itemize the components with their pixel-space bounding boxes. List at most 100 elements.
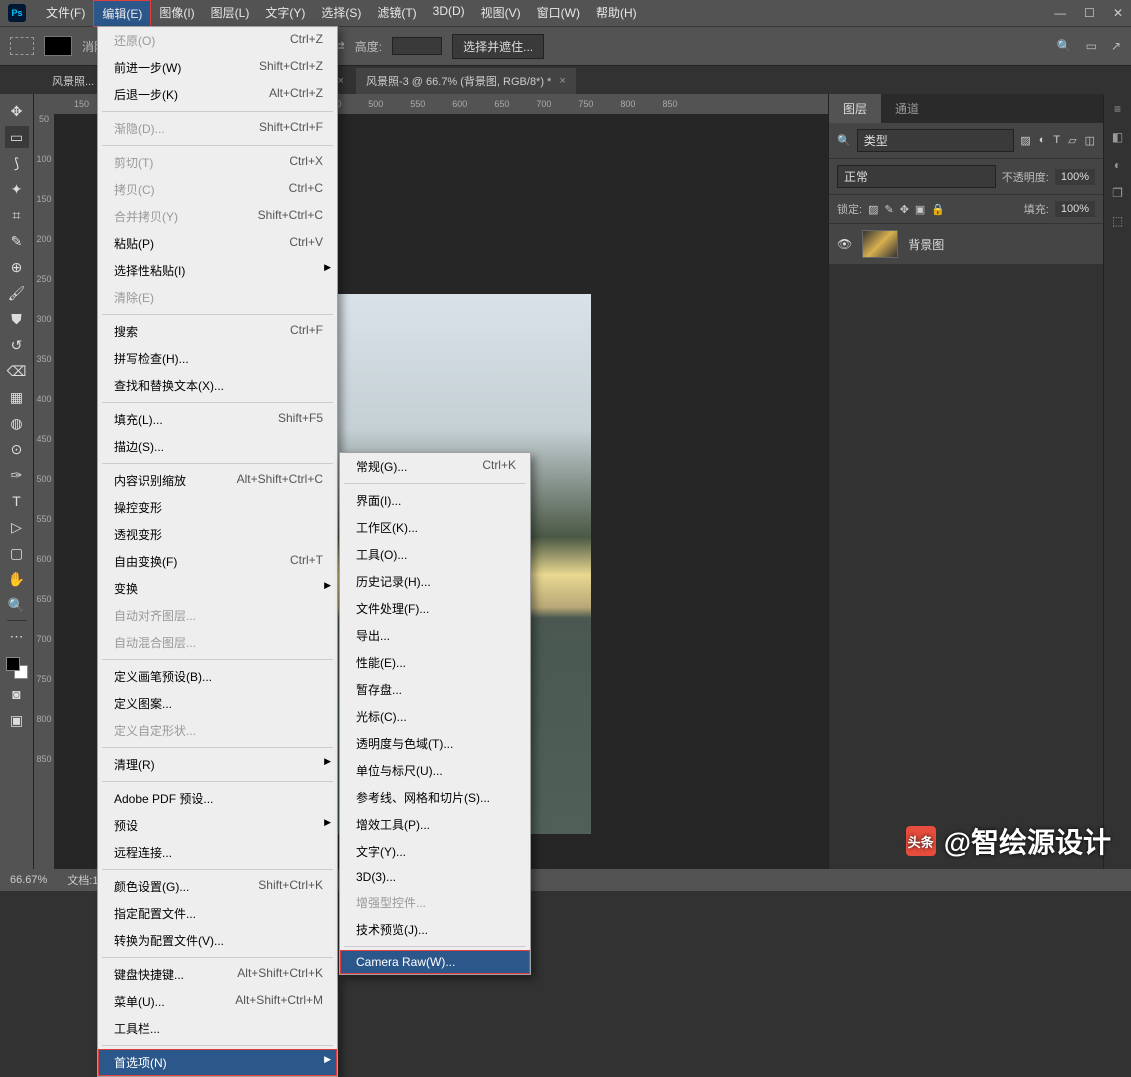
filter-type-icon[interactable]: T [1053,134,1060,147]
search-icon[interactable]: 🔍 [1057,39,1072,53]
menu-4[interactable]: 文字(Y) [257,0,313,27]
menu-item[interactable]: 透明度与色域(T)... [340,730,530,757]
layer-row[interactable]: 👁 背景图 [829,224,1103,264]
history-brush-tool[interactable]: ↺ [5,334,29,356]
properties-panel-icon[interactable]: ◧ [1112,130,1123,144]
menu-item[interactable]: 导出... [340,622,530,649]
menu-item[interactable]: 3D(3)... [340,865,530,889]
menu-item[interactable]: 指定配置文件... [98,900,337,927]
lock-pixels-icon[interactable]: ▨ [868,203,878,216]
brush-tool[interactable]: 🖌 [5,282,29,304]
menu-item[interactable]: 远程连接... [98,839,337,866]
menu-9[interactable]: 窗口(W) [529,0,588,27]
menu-item[interactable]: 技术预览(J)... [340,916,530,943]
menu-item[interactable]: 搜索Ctrl+F [98,318,337,345]
menu-item[interactable]: 预设 [98,812,337,839]
close-icon[interactable]: ✕ [1113,6,1123,20]
menu-item[interactable]: Adobe PDF 预设... [98,785,337,812]
eyedropper-tool[interactable]: ✎ [5,230,29,252]
layer-name[interactable]: 背景图 [908,236,944,253]
quick-select-tool[interactable]: ✦ [5,178,29,200]
blur-tool[interactable]: ◍ [5,412,29,434]
select-mask-button[interactable]: 选择并遮住... [452,34,544,59]
zoom-level[interactable]: 66.67% [10,874,47,886]
lock-all-icon[interactable]: 🔒 [931,203,945,216]
menu-item[interactable]: 颜色设置(G)...Shift+Ctrl+K [98,873,337,900]
menu-item[interactable]: 前进一步(W)Shift+Ctrl+Z [98,54,337,81]
menu-item[interactable]: 常规(G)...Ctrl+K [340,453,530,480]
menu-7[interactable]: 3D(D) [425,0,473,27]
edit-toolbar[interactable]: ⋯ [5,625,29,647]
tab-close-icon[interactable]: × [338,75,344,87]
menu-item[interactable]: 透视变形 [98,521,337,548]
filter-adjust-icon[interactable]: ◐ [1039,134,1046,147]
menu-item[interactable]: 操控变形 [98,494,337,521]
menu-6[interactable]: 滤镜(T) [369,0,424,27]
visibility-icon[interactable]: 👁 [837,237,852,251]
menu-item[interactable]: 增效工具(P)... [340,811,530,838]
layers-tab[interactable]: 图层 [829,94,881,123]
move-tool[interactable]: ✥ [5,100,29,122]
fill-value[interactable]: 100% [1055,201,1095,217]
menu-0[interactable]: 文件(F) [38,0,93,27]
lasso-tool[interactable]: ⟆ [5,152,29,174]
menu-item[interactable]: 内容识别缩放Alt+Shift+Ctrl+C [98,467,337,494]
maximize-icon[interactable]: ☐ [1084,6,1095,20]
menu-5[interactable]: 选择(S) [313,0,369,27]
menu-item[interactable]: 工作区(K)... [340,514,530,541]
menu-item[interactable]: 单位与标尺(U)... [340,757,530,784]
menu-item[interactable]: 拼写检查(H)... [98,345,337,372]
path-select-tool[interactable]: ▷ [5,516,29,538]
menu-item[interactable]: 界面(I)... [340,487,530,514]
menu-item[interactable]: 性能(E)... [340,649,530,676]
filter-smart-icon[interactable]: ◫ [1085,134,1095,147]
opacity-value[interactable]: 100% [1055,169,1095,185]
menu-item[interactable]: 填充(L)...Shift+F5 [98,406,337,433]
menu-item[interactable]: 工具(O)... [340,541,530,568]
heal-tool[interactable]: ⊕ [5,256,29,278]
export-icon[interactable]: ↗ [1111,39,1121,53]
libraries-panel-icon[interactable]: ❐ [1112,186,1123,200]
gradient-tool[interactable]: ▦ [5,386,29,408]
eraser-tool[interactable]: ⌫ [5,360,29,382]
menu-item[interactable]: 选择性粘贴(I) [98,257,337,284]
menu-item[interactable]: 查找和替换文本(X)... [98,372,337,399]
menu-2[interactable]: 图像(I) [151,0,202,27]
pen-tool[interactable]: ✑ [5,464,29,486]
menu-item[interactable]: 键盘快捷键...Alt+Shift+Ctrl+K [98,961,337,988]
menu-10[interactable]: 帮助(H) [588,0,645,27]
menu-8[interactable]: 视图(V) [473,0,529,27]
zoom-tool[interactable]: 🔍 [5,594,29,616]
lock-position-icon[interactable]: ✥ [900,203,909,216]
menu-item[interactable]: 描边(S)... [98,433,337,460]
adjustments-panel-icon[interactable]: ◐ [1114,158,1121,172]
menu-item[interactable]: 参考线、网格和切片(S)... [340,784,530,811]
shape-tool[interactable]: ▢ [5,542,29,564]
menu-item[interactable]: 后退一步(K)Alt+Ctrl+Z [98,81,337,108]
channels-tab[interactable]: 通道 [881,94,933,123]
foreground-color[interactable] [6,657,20,671]
screen-mode-toggle[interactable]: ▣ [5,709,29,731]
menu-item[interactable]: 粘贴(P)Ctrl+V [98,230,337,257]
type-tool[interactable]: T [5,490,29,512]
hand-tool[interactable]: ✋ [5,568,29,590]
menu-item[interactable]: 清理(R) [98,751,337,778]
marquee-tool-icon[interactable] [10,37,34,55]
menu-3[interactable]: 图层(L) [203,0,258,27]
dodge-tool[interactable]: ⊙ [5,438,29,460]
marquee-tool[interactable]: ▭ [5,126,29,148]
color-swatches[interactable] [6,657,28,679]
tab-close-icon[interactable]: × [559,75,565,87]
menu-item[interactable]: 文字(Y)... [340,838,530,865]
menu-item[interactable]: 首选项(N) [98,1049,337,1076]
menu-item[interactable]: Camera Raw(W)... [340,950,530,974]
filter-shape-icon[interactable]: ▱ [1068,134,1076,147]
layer-thumbnail[interactable] [862,230,898,258]
menu-item[interactable]: 定义画笔预设(B)... [98,663,337,690]
layer-filter-type[interactable]: 类型 [857,129,1015,152]
menu-item[interactable]: 历史记录(H)... [340,568,530,595]
crop-tool[interactable]: ⌗ [5,204,29,226]
quick-mask-toggle[interactable]: ◙ [5,683,29,705]
menu-item[interactable]: 光标(C)... [340,703,530,730]
menu-item[interactable]: 菜单(U)...Alt+Shift+Ctrl+M [98,988,337,1015]
